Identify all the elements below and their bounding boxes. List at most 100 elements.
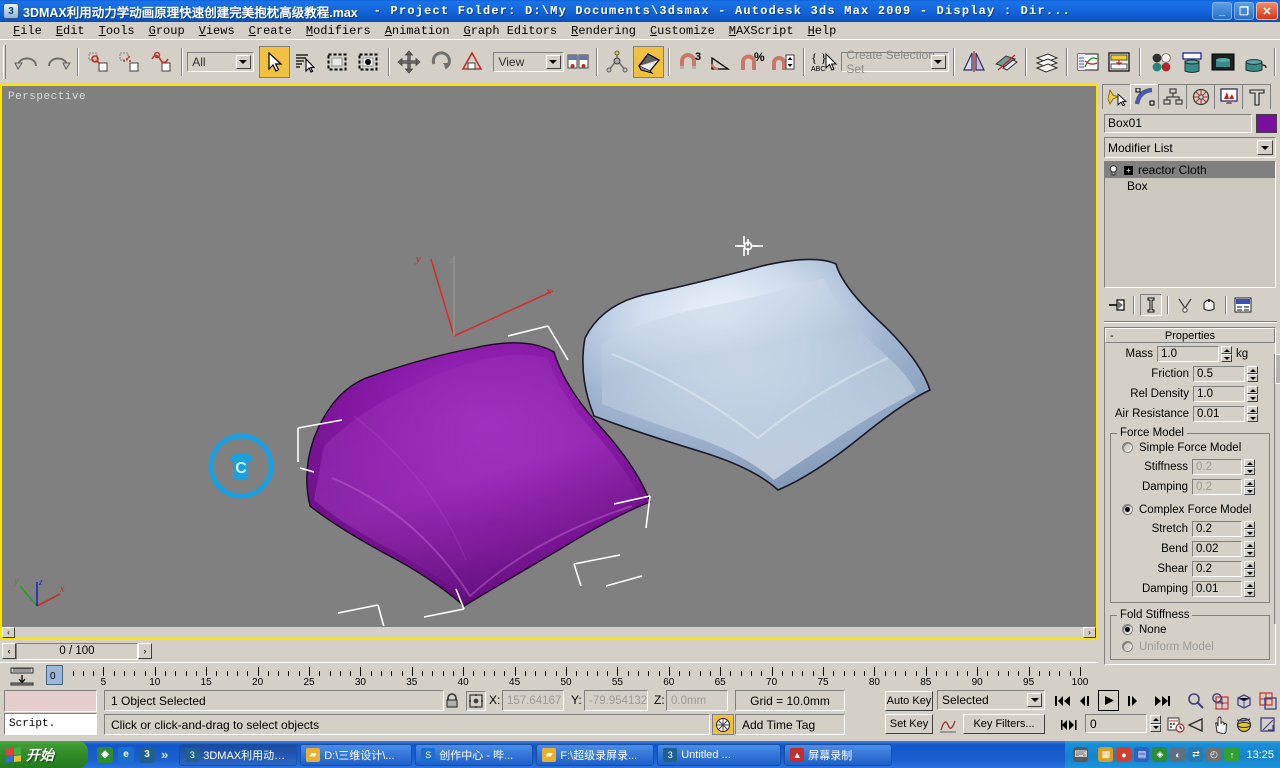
menu-item-animation[interactable]: Animation [378,23,457,39]
render-production-button[interactable] [1238,46,1271,78]
use-pivot-point-center-button[interactable] [563,46,592,78]
shear-spinner[interactable] [1244,561,1255,577]
make-unique-icon[interactable] [1174,294,1196,316]
taskbar-item[interactable]: ▰ F:\超级录屏录... [536,743,655,766]
air-resistance-spinner[interactable] [1247,406,1258,422]
menu-item-rendering[interactable]: Rendering [564,23,643,39]
listener-input[interactable] [4,690,97,712]
create-tab[interactable] [1102,84,1131,109]
key-mode-toggle-button[interactable] [1058,714,1079,735]
redo-button[interactable] [42,46,74,78]
chevron-down-icon[interactable] [930,55,946,69]
damping-complex-spinner[interactable] [1244,581,1255,597]
key-filters-button[interactable]: Key Filters... [963,714,1045,734]
max-icon[interactable]: 3 [139,746,155,763]
damping-simple-spinner[interactable] [1244,479,1255,495]
mass-spinner[interactable] [1221,346,1232,362]
remove-modifier-icon[interactable] [1198,294,1220,316]
previous-frame-button[interactable]: ‹ [2,643,16,659]
track-bar[interactable]: 0 5 10 15 20 25 30 35 40 45 50 55 60 65 70 75 80 85 90 95 10… [0,662,1098,688]
zoom-all-button[interactable] [1209,690,1230,711]
toolbar-grip[interactable] [3,45,8,79]
select-and-move-button[interactable] [393,46,425,78]
chevron-down-icon[interactable] [545,55,561,69]
rectangular-selection-region-button[interactable] [321,46,353,78]
select-and-rotate-button[interactable] [424,46,457,78]
menu-item-file[interactable]: File [6,23,49,39]
clock-icon[interactable]: ◴ [1206,747,1222,762]
rel-density-field[interactable]: 1.0 [1193,386,1245,402]
previous-frame-button[interactable] [1075,690,1096,711]
menu-item-graph-editors[interactable]: Graph Editors [457,23,565,39]
friction-field[interactable]: 0.5 [1193,366,1245,382]
window-crossing-toggle[interactable] [352,46,384,78]
menu-item-create[interactable]: Create [242,23,299,39]
taskbar-item[interactable]: ▲ 屏幕录制 [784,743,893,766]
select-object-button[interactable] [258,46,290,78]
menu-item-views[interactable]: Views [192,23,242,39]
modify-tab[interactable] [1130,84,1159,109]
current-frame-field[interactable]: 0 [1085,714,1147,733]
time-tag-icon[interactable] [712,714,734,735]
menu-item-group[interactable]: Group [142,23,192,39]
bend-spinner[interactable] [1244,541,1255,557]
keyboard-icon[interactable]: ⌨ [1073,747,1089,762]
auto-key-button[interactable]: Auto Key [885,691,933,711]
object-color-swatch[interactable] [1256,114,1277,133]
viewport-horizontal-scrollbar[interactable]: ‹ › [2,626,1096,638]
unlink-selection-button[interactable] [114,46,146,78]
field-of-view-button[interactable] [1185,714,1206,735]
shield-icon[interactable]: ◈ [97,746,113,763]
menu-item-modifiers[interactable]: Modifiers [299,23,378,39]
edit-named-selection-sets-button[interactable]: { } ABC [809,46,840,78]
expand-icon[interactable]: + [1124,165,1133,175]
align-button[interactable] [989,46,1022,78]
selection-filter-combo[interactable]: All [187,52,254,72]
command-panel-scrollbar[interactable] [1274,354,1280,624]
menu-item-help[interactable]: Help [801,23,844,39]
internet-explorer-icon[interactable]: e [118,746,134,763]
display-tab[interactable] [1214,84,1243,109]
damping-complex-field[interactable]: 0.01 [1192,581,1242,597]
scrollbar-thumb[interactable] [1275,354,1280,384]
key-mode-combo[interactable]: Selected [937,690,1045,710]
render-setup-button[interactable] [1176,46,1208,78]
sync-icon[interactable]: ⇄ [1188,747,1204,762]
simple-force-model-radio-row[interactable]: Simple Force Model [1114,439,1266,456]
rendered-frame-window-button[interactable] [1207,46,1239,78]
stack-item-reactor-cloth[interactable]: + reactor Cloth [1105,162,1275,178]
calendar-icon[interactable]: ▦ [1098,747,1114,762]
rel-density-spinner[interactable] [1247,386,1258,402]
zoom-button[interactable] [1185,690,1206,711]
object-name-field[interactable]: Box01 [1104,114,1252,133]
show-end-result-icon[interactable] [1140,294,1162,316]
configure-modifier-sets-icon[interactable] [1232,294,1254,316]
use-selection-center-button[interactable] [601,46,633,78]
set-key-button[interactable]: Set Key [885,714,933,734]
properties-rollout-header[interactable]: - Properties [1105,328,1275,343]
reactor-cloth-helper-icon[interactable]: C [207,432,275,500]
mirror-button[interactable] [958,46,990,78]
set-key-filters-icon[interactable] [937,714,959,735]
next-frame-button[interactable] [1122,690,1143,711]
update-icon[interactable]: ↑ [1224,747,1240,762]
mass-field[interactable]: 1.0 [1157,346,1219,362]
x-coord-field[interactable]: 157.64167 [502,690,564,711]
chevron-down-icon[interactable] [235,55,251,69]
stretch-spinner[interactable] [1244,521,1255,537]
zoom-extents-button[interactable] [1233,690,1254,711]
scroll-left-button[interactable]: ‹ [2,627,15,638]
network-icon[interactable]: ▤ [1134,747,1150,762]
taskbar-item[interactable]: ▰ D:\三维设计\... [300,743,413,766]
shear-field[interactable]: 0.2 [1192,561,1242,577]
transform-gizmo[interactable]: y x z [414,253,554,337]
time-configuration-button[interactable] [1165,714,1186,735]
pin-stack-icon[interactable] [1106,294,1128,316]
select-and-link-button[interactable] [83,46,115,78]
bind-to-space-warp-button[interactable] [145,46,178,78]
hierarchy-tab[interactable] [1158,84,1187,109]
quick-launch-overflow[interactable]: » [161,747,168,762]
minimize-button[interactable]: _ [1212,2,1232,20]
lock-selection-icon[interactable] [443,692,461,710]
absolute-relative-transform-icon[interactable] [466,691,486,711]
